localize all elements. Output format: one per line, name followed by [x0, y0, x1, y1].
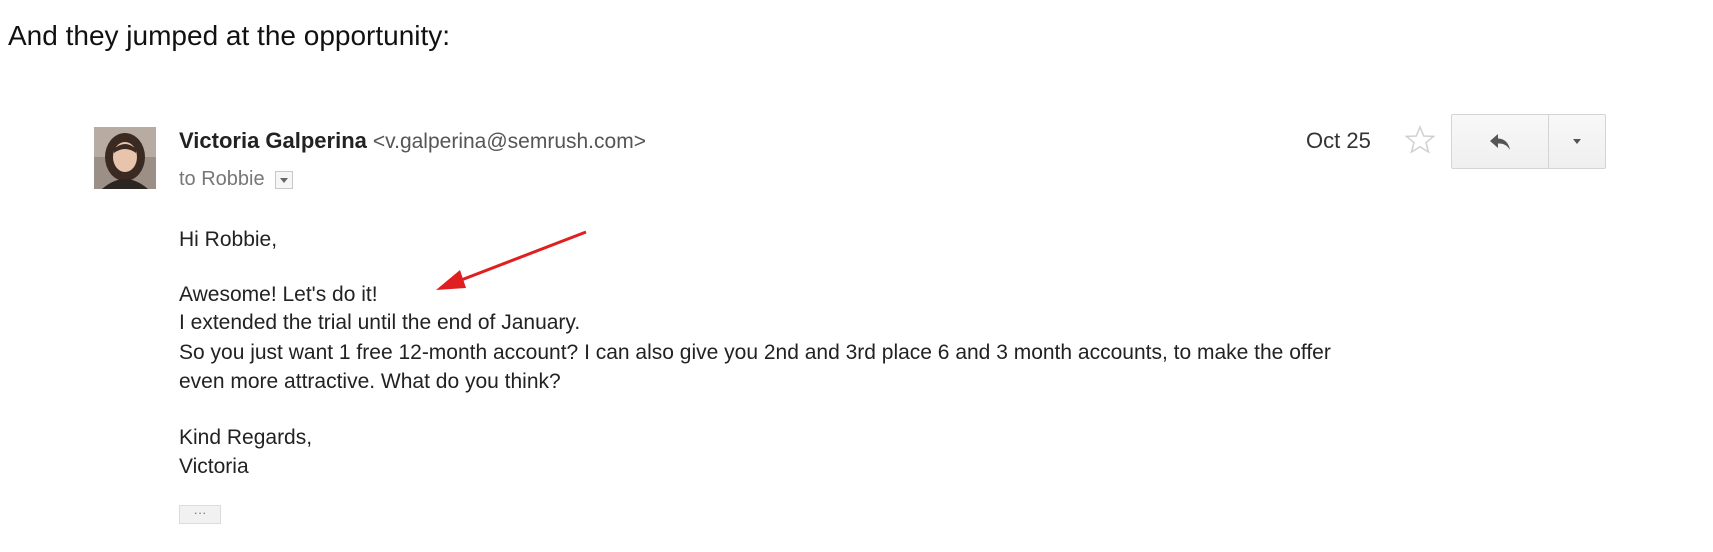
recipient-line: to Robbie	[179, 168, 293, 191]
email-greeting: Hi Robbie,	[179, 228, 278, 251]
more-actions-button[interactable]	[1549, 115, 1605, 168]
recipient-text: to Robbie	[179, 168, 265, 190]
reply-arrow-icon	[1490, 133, 1510, 150]
reply-button[interactable]	[1452, 115, 1549, 168]
email-body-line: Awesome! Let's do it!	[179, 283, 378, 306]
sender-avatar[interactable]	[94, 127, 156, 189]
email-signature: Victoria	[179, 455, 249, 478]
show-details-dropdown[interactable]	[274, 170, 293, 189]
show-trimmed-content-button[interactable]: ···	[179, 505, 221, 524]
email-closing: Kind Regards,	[179, 426, 313, 449]
email-body-line: So you just want 1 free 12-month account…	[179, 341, 1331, 364]
sender-name[interactable]: Victoria Galperina	[179, 128, 367, 153]
reply-button-group	[1451, 114, 1606, 169]
email-message: Victoria Galperina <v.galperina@semrush.c…	[0, 0, 1713, 552]
sender-email: <v.galperina@semrush.com>	[372, 130, 646, 153]
chevron-down-icon	[1573, 139, 1581, 144]
star-icon[interactable]	[1404, 124, 1436, 156]
red-arrow-annotation	[436, 230, 587, 290]
sender-line: Victoria Galperina <v.galperina@semrush.c…	[179, 128, 646, 154]
email-body-line: even more attractive. What do you think?	[179, 370, 561, 393]
message-date[interactable]: Oct 25	[1306, 128, 1371, 154]
email-body-line: I extended the trial until the end of Ja…	[179, 311, 581, 334]
